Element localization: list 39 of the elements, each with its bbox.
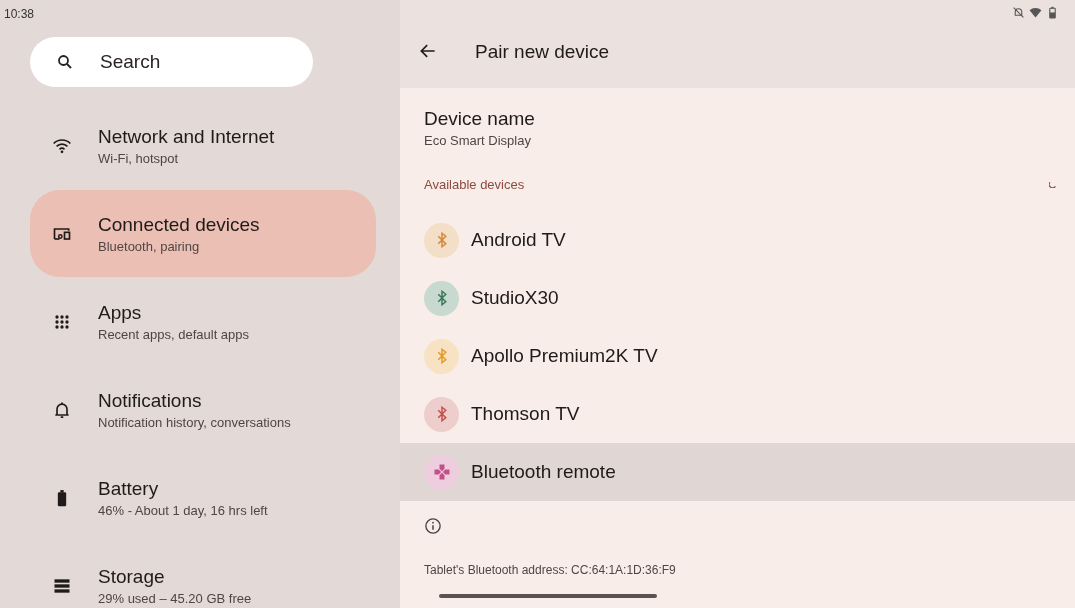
item-subtitle: Notification history, conversations [98, 414, 291, 430]
page-title: Pair new device [475, 41, 610, 63]
item-subtitle: 46% - About 1 day, 16 hrs left [98, 502, 268, 518]
device-list-item[interactable]: Bluetooth remote [400, 443, 1075, 501]
sidebar-item[interactable]: Notifications Notification history, conversations [30, 366, 376, 453]
sidebar-item[interactable]: Storage 29% used – 45.20 GB free [30, 542, 376, 608]
status-time: 10:38 [3, 6, 36, 21]
wifi-signal-icon [1029, 6, 1042, 19]
device-list-item[interactable]: StudioX30 [400, 269, 1075, 327]
device-name: Bluetooth remote [471, 461, 616, 483]
item-title: Notifications [98, 389, 203, 412]
item-title: Connected devices [98, 213, 260, 236]
item-subtitle: 29% used – 45.20 GB free [98, 590, 252, 606]
device-list-item[interactable]: Android TV [400, 211, 1075, 269]
device-list-item[interactable]: Apollo Premium2K TV [400, 327, 1075, 385]
device-list-item[interactable]: Thomson TV [400, 385, 1075, 443]
sidebar-item[interactable]: Apps Recent apps, default apps [30, 278, 376, 365]
item-subtitle: Wi-Fi, hotspot [98, 150, 180, 166]
battery-status-icon [1046, 6, 1059, 19]
item-title: Battery [98, 477, 160, 500]
device-name-setting[interactable]: Device name Eco Smart Display [400, 88, 1075, 148]
item-subtitle: Recent apps, default apps [98, 326, 250, 342]
item-title: Network and Internet [98, 125, 275, 148]
item-title: Storage [98, 565, 166, 588]
loading-spinner-icon [1049, 180, 1057, 188]
sidebar-item[interactable]: Network and Internet Wi-Fi, hotspot [30, 102, 376, 189]
muted-bell-icon [1012, 6, 1025, 19]
device-name: Thomson TV [471, 403, 580, 425]
item-subtitle: Bluetooth, pairing [98, 238, 201, 254]
bluetooth-address: Tablet's Bluetooth address: CC:64:1A:1D:36:F9 [424, 563, 677, 577]
search-field[interactable]: Search [30, 37, 313, 87]
device-name: Android TV [471, 229, 566, 251]
section-title: Available devices [424, 176, 525, 192]
sidebar-item[interactable]: Connected devices Bluetooth, pairing [30, 190, 376, 277]
item-title: Apps [98, 301, 143, 324]
info-icon [424, 517, 442, 535]
sidebar-item[interactable]: Battery 46% - About 1 day, 16 hrs left [30, 454, 376, 541]
device-name: StudioX30 [471, 287, 559, 309]
device-name: Apollo Premium2K TV [471, 345, 658, 367]
